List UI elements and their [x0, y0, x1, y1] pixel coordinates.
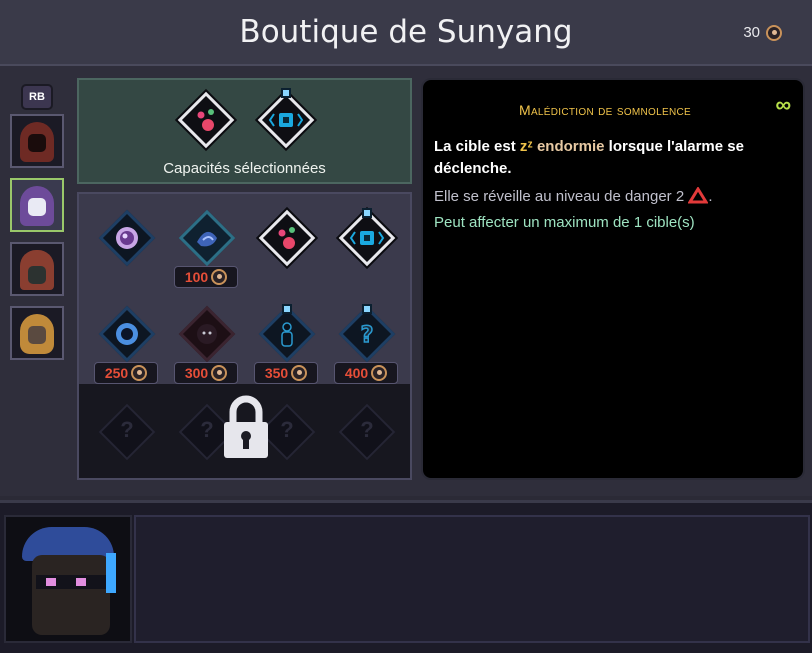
wake-condition-end: .: [708, 188, 713, 205]
question-mark-icon: ?: [360, 322, 374, 349]
shop-header: Boutique de Sunyang 30: [0, 0, 812, 66]
max-targets-text: Peut affecter un maximum de 1 cible(s): [434, 214, 695, 231]
visor: [106, 553, 116, 593]
sleep-curse-icon: [197, 231, 217, 247]
ability-blue-eye[interactable]: [98, 305, 156, 363]
pink-orbs-icon: [197, 109, 214, 131]
wake-condition-text: Elle se réveille au niveau de danger 2 .: [434, 186, 794, 208]
price-value: 100: [184, 269, 209, 285]
character-portrait-blonde[interactable]: [10, 306, 64, 360]
ability-detail-panel: Malédiction de somnolence ∞ La cible est…: [421, 78, 805, 480]
skull-coin-icon: [211, 269, 228, 285]
ability-name: Malédiction de somnolence: [519, 102, 691, 118]
currency-counter: 30: [743, 24, 782, 41]
ability-purple-eye[interactable]: [98, 209, 156, 267]
locked-slot-question: ?: [120, 417, 134, 442]
ability-shadow-face[interactable]: [178, 305, 236, 363]
skull-coin-icon: [766, 24, 782, 41]
equipped-marker: [282, 304, 292, 314]
ability-pink-orbs[interactable]: [258, 209, 316, 267]
padlock-icon: [224, 395, 268, 458]
ability-cyan-core[interactable]: [338, 209, 396, 267]
locked-slot-question: ?: [280, 417, 294, 442]
svg-text:?: ?: [361, 323, 374, 348]
equipped-marker: [362, 208, 372, 218]
character-portrait-purple-hood[interactable]: [10, 178, 64, 232]
masked-face: [28, 266, 46, 284]
locked-slot-question: ?: [360, 417, 374, 442]
cyan-core-icon: [349, 231, 385, 245]
ability-sleep-curse[interactable]: [178, 209, 236, 267]
wake-condition-label: Elle se réveille au niveau de danger 2: [434, 188, 685, 205]
skull-coin-icon: [291, 365, 308, 381]
selected-abilities-label: Capacités sélectionnées: [163, 160, 326, 177]
skull-coin-icon: [131, 365, 148, 381]
price-tag-silhouette: 350: [254, 362, 318, 384]
price-tag-blue-eye: 250: [94, 362, 158, 384]
right-eye: [76, 578, 86, 586]
equipped-marker: [281, 88, 291, 98]
shop-title: Boutique de Sunyang: [239, 14, 573, 50]
blue-eye-icon: [116, 323, 138, 345]
ability-unknown[interactable]: ?: [338, 305, 396, 363]
cyan-core-icon: [268, 113, 304, 127]
currency-amount: 30: [743, 24, 760, 41]
ability-shop-grid: 100 250 300 350 ? 400 ? ? ? ?: [77, 192, 412, 480]
dialog-bar: [0, 500, 812, 653]
price-value: 250: [104, 365, 129, 381]
selected-ability-slot-1[interactable]: [177, 91, 235, 149]
shopkeeper-portrait: [4, 515, 132, 643]
price-value: 350: [264, 365, 289, 381]
price-tag-sleep-curse: 100: [174, 266, 238, 288]
locked-row-overlay: ? ? ? ?: [79, 384, 410, 478]
equipped-marker: [362, 304, 372, 314]
character-portrait-brown-mask[interactable]: [10, 242, 64, 296]
effect-prefix: La cible est: [434, 138, 516, 155]
shopkeeper-face: [32, 555, 110, 635]
purple-eye-icon: [116, 227, 138, 249]
infinity-icon: ∞: [775, 92, 791, 117]
price-tag-unknown: 400: [334, 362, 398, 384]
dialog-box: [134, 515, 810, 643]
shadow-face-icon: [197, 324, 217, 344]
ability-effect-text: La cible est zᶻ endormie lorsque l'alarm…: [434, 136, 794, 180]
character-portrait-red-hood[interactable]: [10, 114, 64, 168]
skull-coin-icon: [211, 365, 228, 381]
selected-ability-slot-2[interactable]: [257, 91, 315, 149]
danger-triangle-icon: [687, 186, 710, 204]
shadow-face: [28, 134, 46, 152]
agent-face: [28, 326, 46, 344]
left-eye: [46, 578, 56, 586]
mask-face: [28, 198, 46, 216]
rb-button-hint[interactable]: RB: [21, 84, 53, 110]
ability-silhouette[interactable]: [258, 305, 316, 363]
selected-abilities-panel: Capacités sélectionnées: [77, 78, 412, 184]
silhouette-icon: [281, 322, 293, 347]
effect-highlight: endormie: [536, 138, 605, 155]
price-value: 300: [184, 365, 209, 381]
skull-coin-icon: [371, 365, 388, 381]
price-value: 400: [344, 365, 369, 381]
sleep-icon: zᶻ: [519, 138, 533, 155]
price-tag-shadow-face: 300: [174, 362, 238, 384]
pink-orbs-icon: [278, 227, 295, 249]
